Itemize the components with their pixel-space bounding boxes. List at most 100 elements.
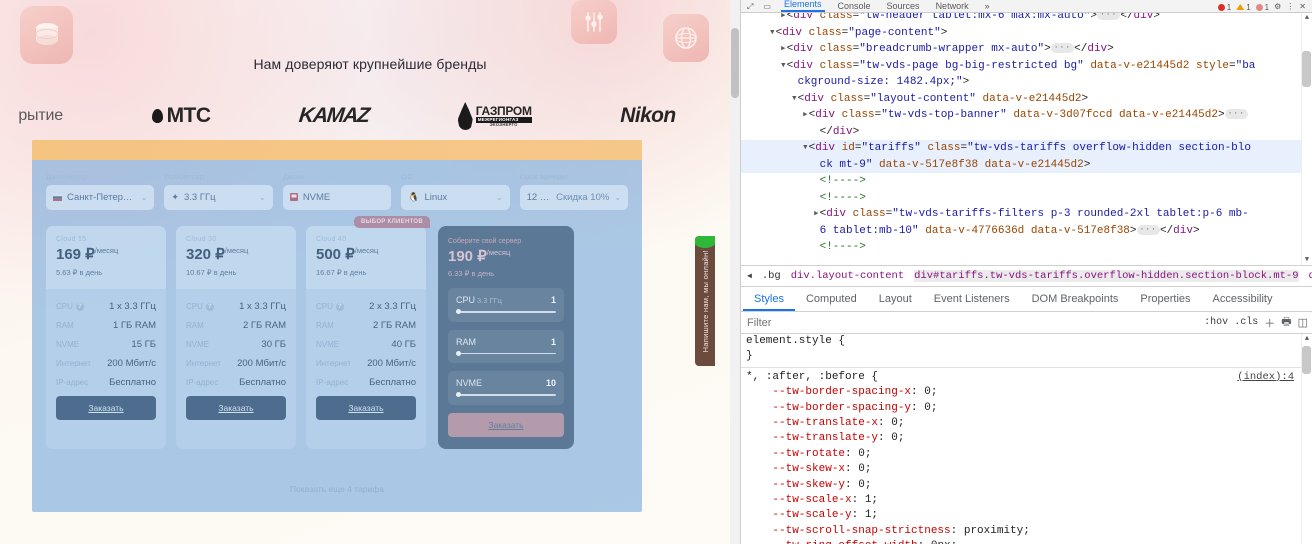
disclosure-triangle-icon[interactable]: ▸ — [802, 109, 809, 121]
breadcrumb-scroll-left-icon[interactable]: ◀ — [747, 271, 752, 281]
chat-widget-tab[interactable]: Напишите нам, мы онлайн! — [695, 236, 715, 366]
scroll-up-icon[interactable]: ▲ — [1302, 13, 1312, 23]
breadcrumb-item[interactable]: .bg — [762, 270, 781, 282]
tab-event-listeners[interactable]: Event Listeners — [923, 287, 1021, 311]
slider-cpu-knob[interactable] — [456, 309, 461, 314]
tab-elements[interactable]: Elements — [780, 0, 825, 12]
css-declaration[interactable]: --tw-translate-x: 0; — [741, 416, 1312, 431]
dom-node-line[interactable]: ▸<div class="tw-vds-tariffs-filters p-3 … — [741, 206, 1312, 223]
server-constructor-card[interactable]: Соберите свой сервер 190 ₽/месяц 6.33 ₽ … — [438, 226, 574, 449]
disclosure-triangle-icon[interactable]: ▾ — [802, 142, 809, 154]
css-selector[interactable]: element.style { — [741, 334, 1312, 349]
tab-network[interactable]: Network — [933, 1, 972, 12]
show-more-tariffs-link[interactable]: Показать еще 4 тарифа — [32, 484, 642, 494]
computed-sidebar-icon[interactable]: ◫ — [1298, 316, 1308, 329]
css-source-link[interactable]: (index):4 — [1237, 370, 1294, 385]
page-scrollbar[interactable] — [730, 0, 740, 544]
dom-node-line[interactable]: ▸<div class="tw-vds-top-banner" data-v-3… — [741, 107, 1312, 124]
styles-filter-input[interactable] — [747, 316, 1199, 329]
order-button[interactable]: Заказать — [186, 396, 286, 420]
css-declaration[interactable]: --tw-rotate: 0; — [741, 447, 1312, 462]
slider-ram-knob[interactable] — [456, 350, 461, 356]
dom-node-line[interactable]: ▾<div id="tariffs" class="tw-vds-tariffs… — [741, 140, 1312, 157]
constructor-order-button[interactable]: Заказать — [448, 412, 564, 437]
css-declaration[interactable]: --tw-skew-y: 0; — [741, 478, 1312, 493]
slider-nvme[interactable]: NVME 10 — [448, 371, 564, 405]
help-icon[interactable]: ? — [205, 302, 214, 311]
inspect-element-icon[interactable]: ⤢ — [747, 2, 753, 12]
slider-nvme-track[interactable] — [456, 392, 556, 397]
slider-cpu-track[interactable] — [456, 309, 556, 314]
css-declaration[interactable]: --tw-border-spacing-x: 0; — [741, 385, 1312, 400]
breadcrumb-item[interactable]: div.layout-content — [791, 270, 904, 282]
breadcrumb-item-selected[interactable]: div#tariffs.tw-vds-tariffs.overflow-hidd… — [914, 270, 1299, 282]
tab-console[interactable]: Console — [835, 1, 874, 12]
tariff-card[interactable]: ВЫБОР КЛИЕНТОВ Cloud 40 500 ₽/месяц 16.6… — [306, 216, 430, 449]
warning-count[interactable]: 1 — [1236, 3, 1251, 12]
slider-ram-track[interactable] — [456, 350, 556, 356]
dom-node-line[interactable]: <!----> — [741, 190, 1312, 207]
tariff-card[interactable]: Cloud 15 169 ₽/месяц 5.63 ₽ в день CPU? 1… — [46, 226, 166, 449]
dom-node-line[interactable]: <!----> — [741, 239, 1312, 256]
disclosure-triangle-icon[interactable]: ▸ — [780, 13, 787, 22]
styles-scrollbar[interactable]: ▲ — [1301, 334, 1312, 544]
help-icon[interactable]: ? — [75, 302, 84, 311]
css-declaration[interactable]: --tw-scroll-snap-strictness: proximity; — [741, 524, 1312, 539]
dom-node-line[interactable]: ▾<div class="page-content"> — [741, 25, 1312, 42]
filter-datacenter[interactable]: Дата-центр Санкт-Петербург ⌄ — [46, 172, 155, 210]
dom-node-line[interactable]: ck mt-9" data-v-517e8f38 data-v-e21445d2… — [741, 156, 1312, 173]
tab-styles[interactable]: Styles — [743, 287, 795, 311]
filter-processor-select[interactable]: ✦ 3.3 ГГц ⌄ — [164, 185, 273, 210]
dom-tree[interactable]: ▸<div class="tw-header tablet:mx-6 max:m… — [741, 13, 1312, 265]
breadcrumb-item[interactable]: div — [1309, 270, 1312, 282]
filter-term[interactable]: Срок аренды 12 мес Скидка 10% ⌄ — [519, 172, 629, 210]
tab-dom-breakpoints[interactable]: DOM Breakpoints — [1021, 287, 1130, 311]
css-declaration[interactable]: --tw-scale-y: 1; — [741, 508, 1312, 523]
slider-cpu[interactable]: CPU 3.3 ГГц 1 — [448, 288, 564, 322]
disclosure-triangle-icon[interactable]: ▾ — [780, 60, 787, 72]
dom-node-line[interactable]: ▾<div class="tw-vds-page bg-big-restrict… — [741, 58, 1312, 75]
tab-sources[interactable]: Sources — [884, 1, 923, 12]
dom-node-line[interactable]: ▸<div class="tw-header tablet:mx-6 max:m… — [741, 13, 1312, 25]
device-toolbar-icon[interactable]: ▭ — [763, 2, 771, 12]
print-media-icon[interactable]: 🖶 — [1281, 313, 1291, 332]
help-icon[interactable]: ? — [335, 302, 344, 311]
dom-tree-scrollbar[interactable]: ▲ ▼ — [1301, 13, 1312, 265]
disclosure-triangle-icon[interactable]: ▸ — [813, 208, 820, 220]
tab-more-icon[interactable]: » — [982, 1, 993, 12]
slider-ram[interactable]: RAM 1 — [448, 329, 564, 363]
filter-disks-select[interactable]: NVME — [282, 185, 392, 210]
error-count[interactable]: 1 — [1217, 3, 1231, 12]
dom-node-line[interactable]: </div> — [741, 124, 1312, 141]
tab-layout[interactable]: Layout — [868, 287, 923, 311]
filter-os-select[interactable]: 🐧 Linux ⌄ — [401, 185, 510, 210]
css-declaration[interactable]: --tw-scale-x: 1; — [741, 493, 1312, 508]
tariff-card[interactable]: Cloud 30 320 ₽/месяц 10.67 ₽ в день CPU?… — [176, 226, 296, 449]
dom-node-line[interactable]: ▾<div class="layout-content" data-v-e214… — [741, 91, 1312, 108]
styles-pane[interactable]: element.style {} (index):4 *, :after, :bef… — [741, 334, 1312, 544]
disclosure-triangle-icon[interactable]: ▾ — [791, 93, 798, 105]
scroll-down-icon[interactable]: ▼ — [1302, 255, 1312, 265]
settings-gear-icon[interactable]: ⚙ — [1274, 2, 1281, 12]
dom-tree-scroll-thumb[interactable] — [1302, 51, 1311, 87]
disclosure-triangle-icon[interactable]: ▾ — [769, 27, 776, 39]
filter-os[interactable]: ОС 🐧 Linux ⌄ — [401, 172, 510, 210]
css-declaration[interactable]: --tw-border-spacing-y: 0; — [741, 401, 1312, 416]
info-count[interactable]: 1 — [1255, 3, 1269, 12]
css-rule[interactable]: element.style {} — [741, 334, 1312, 365]
tab-properties[interactable]: Properties — [1129, 287, 1201, 311]
tab-computed[interactable]: Computed — [795, 287, 868, 311]
dom-node-line[interactable]: <!----> — [741, 173, 1312, 190]
page-scrollbar-thumb[interactable] — [731, 28, 739, 98]
dom-node-line[interactable]: ckground-size: 1482.4px;"> — [741, 74, 1312, 91]
filter-datacenter-select[interactable]: Санкт-Петербург ⌄ — [46, 185, 155, 210]
element-classes-button[interactable]: .cls — [1234, 317, 1258, 328]
css-rule[interactable]: (index):4 *, :after, :before { --tw-borde… — [741, 370, 1312, 544]
filter-term-select[interactable]: 12 мес Скидка 10% ⌄ — [519, 185, 629, 210]
styles-scroll-thumb[interactable] — [1302, 346, 1311, 374]
close-icon[interactable]: ✕ — [1299, 2, 1306, 12]
css-declaration[interactable]: --tw-ring-offset-width: 0px; — [741, 539, 1312, 544]
order-button[interactable]: Заказать — [56, 396, 156, 420]
dom-node-line[interactable]: ▸<div class="breadcrumb-wrapper mx-auto"… — [741, 41, 1312, 58]
disclosure-triangle-icon[interactable]: ▸ — [780, 43, 787, 55]
